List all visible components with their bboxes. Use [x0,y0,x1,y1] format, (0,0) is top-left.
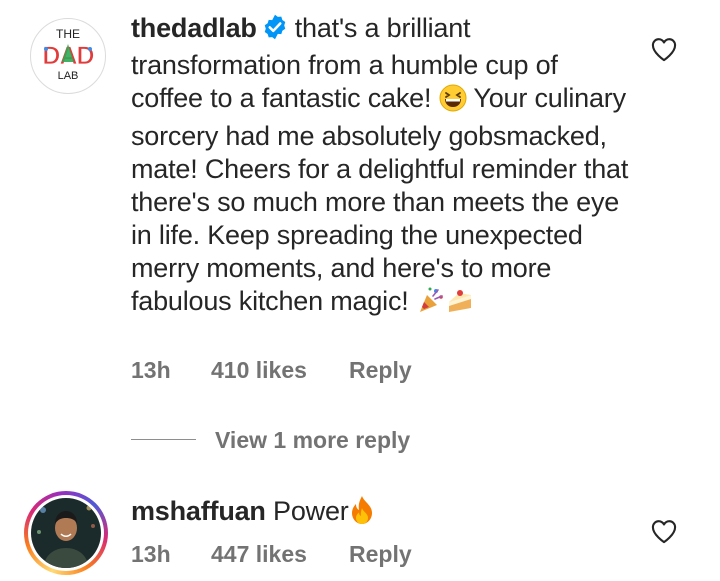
heart-outline-icon[interactable] [650,36,678,62]
avatar[interactable] [24,491,108,575]
comment-likes[interactable]: 447 likes [211,541,307,568]
reply-button[interactable]: Reply [349,357,412,384]
logo-text-top: THE [56,27,80,41]
comment-body: Power [273,496,349,526]
view-more-label[interactable]: View 1 more reply [215,427,410,454]
cake-slice-emoji [446,285,476,323]
comment-body-part-2: Your culinary sorcery had me absolutely … [131,83,629,316]
comment-time: 13h [131,357,171,383]
comment-username[interactable]: mshaffuan [131,496,266,526]
comment-username[interactable]: thedadlab [131,13,257,43]
comment-text: thedadlab that's a brilliant transformati… [131,12,631,323]
verified-badge-icon [261,13,289,49]
avatar[interactable]: THE DAD LAB [30,18,106,94]
grinning-face-emoji [439,84,467,120]
comment-text: mshaffuan Power [131,495,631,533]
replies-divider [131,439,196,440]
comment-item: THE DAD LAB thedadlabthat's a brilliant … [0,0,720,420]
fire-emoji [349,495,375,533]
party-popper-emoji [416,285,446,323]
user-photo-avatar [31,498,101,568]
reply-button[interactable]: Reply [349,541,412,568]
logo-text-bottom: LAB [58,70,79,82]
heart-outline-icon[interactable] [650,518,678,544]
comment-likes[interactable]: 410 likes [211,357,307,384]
the-dad-lab-logo: THE DAD LAB [42,27,95,82]
comment-time: 13h [131,541,171,567]
